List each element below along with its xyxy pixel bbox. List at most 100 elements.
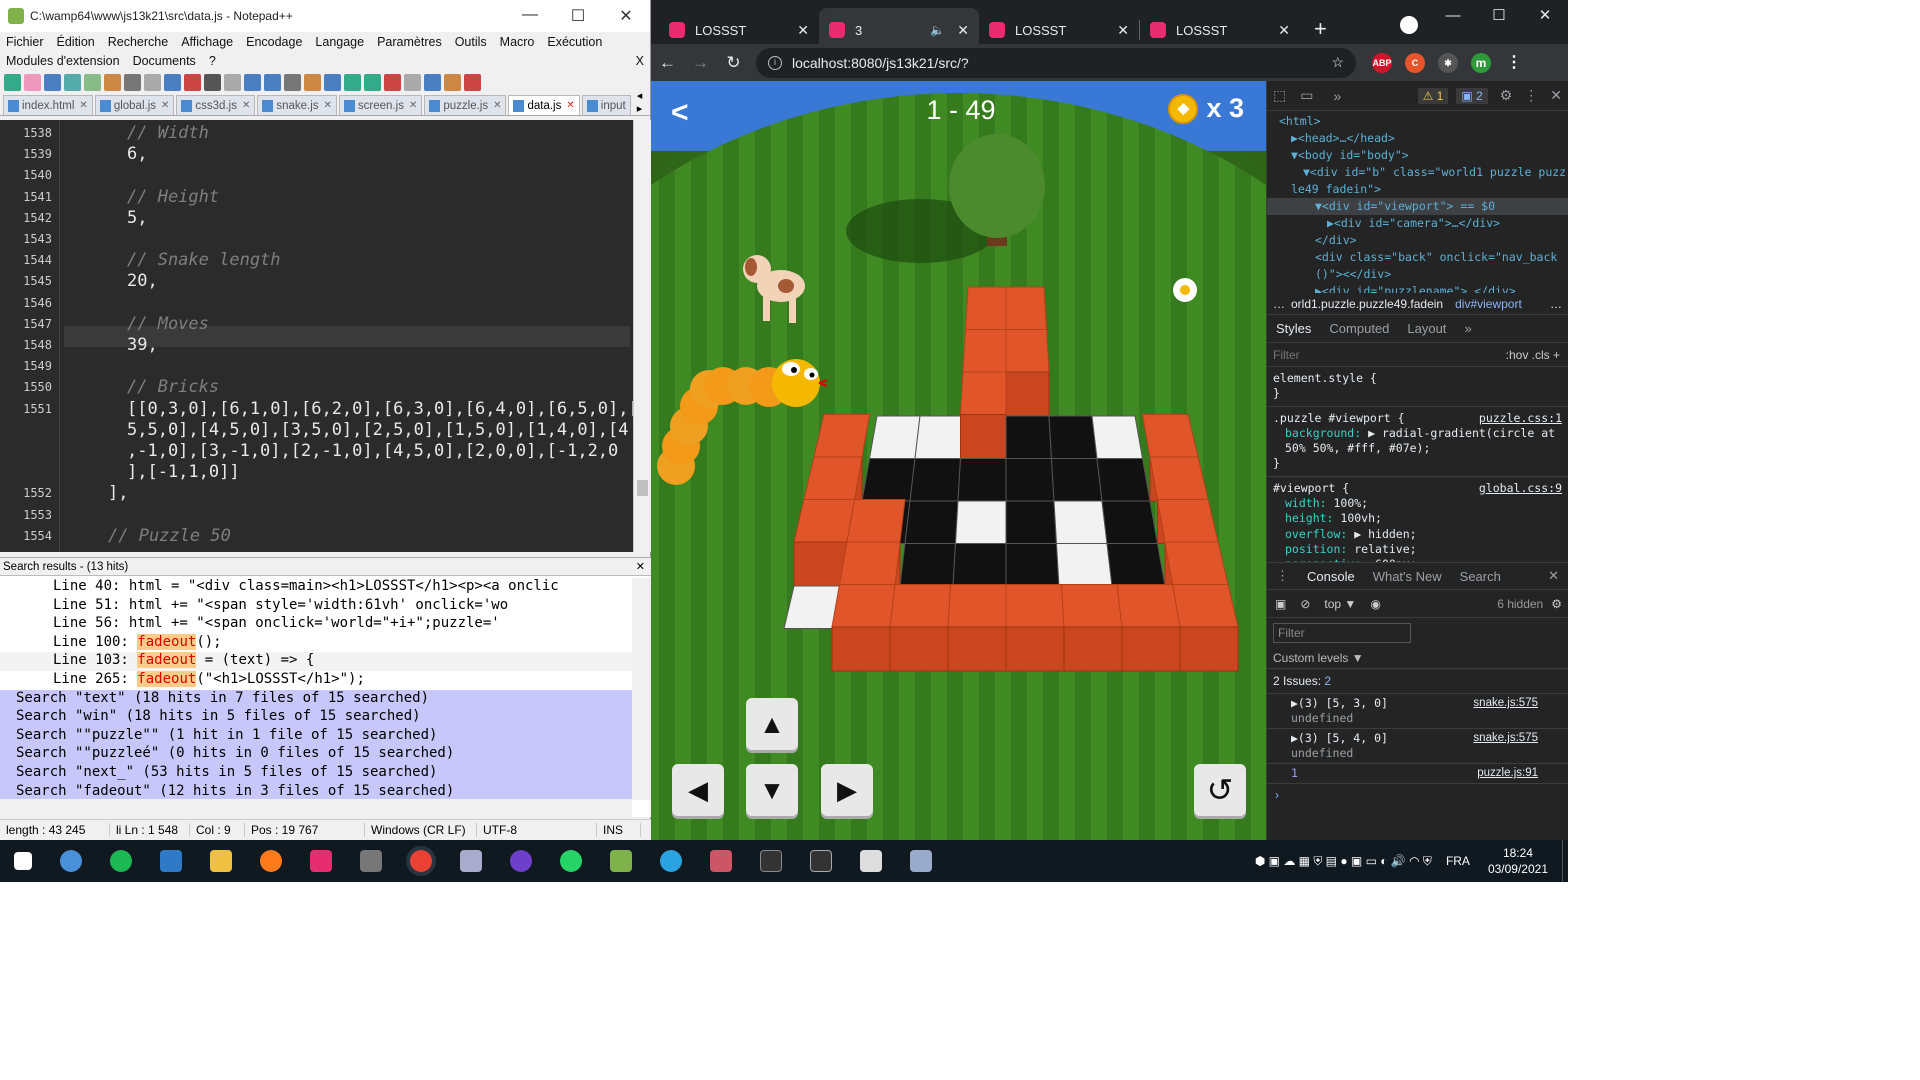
npp-close-button[interactable]: ✕ [602,6,650,26]
issues-bar[interactable]: 2 Issues: 2 [1267,669,1568,694]
tab-styles[interactable]: Styles [1267,321,1320,336]
console-prompt[interactable]: › [1267,784,1568,806]
profile-avatar[interactable]: m [1471,52,1491,73]
toolbar-icon-6[interactable] [124,73,141,91]
weather-icon[interactable] [60,850,82,872]
npp-minimize-button[interactable]: — [506,6,554,26]
address-bar[interactable]: i localhost:8080/js13k21/src/? ☆ [756,47,1356,78]
menu-help[interactable]: ? [209,54,216,68]
github-icon[interactable] [510,850,532,872]
tray-icons[interactable]: ⬢ ▣ ☁ ▦ ⛨ ▤ ● ▣ ▭ ◐ 🔊 ◠ ⛨ [1255,854,1432,869]
move-up-button[interactable]: ▲ [746,698,798,750]
css-declaration[interactable]: 50% 50%, #fff, #07e); [1273,441,1562,456]
telegram-icon[interactable] [660,850,682,872]
console-log-entry[interactable]: 1 puzzle.js:91 [1267,764,1568,784]
close-tab-icon[interactable]: ✕ [566,100,574,111]
game-viewport[interactable]: < 1 - 49 ◆ x 3 ▲ ◀ ▼ ▶ ↺ [651,81,1266,840]
toolbar-icon-16[interactable] [324,73,341,91]
dom-node-line[interactable]: ()"><</div> [1267,266,1568,283]
sidebar-toggle-icon[interactable]: ▣ [1275,597,1286,611]
css-declaration[interactable]: width: 100%; [1273,496,1562,511]
devtools-close-icon[interactable]: ✕ [1550,87,1562,104]
chrome-close-button[interactable]: ✕ [1522,0,1568,32]
bookmark-star-icon[interactable]: ☆ [1331,54,1344,71]
search-header-line[interactable]: Search "next_" (53 hits in 5 files of 15… [0,763,632,783]
clock[interactable]: 18:24 03/09/2021 [1488,845,1548,877]
dom-node-line[interactable]: ▶<div id="camera">…</div> [1267,215,1568,232]
toolbar-icon-23[interactable] [464,73,481,91]
toolbar-icon-1[interactable] [24,73,41,91]
app-icon-9[interactable] [460,850,482,872]
messages-badge[interactable]: ▣ 2 [1456,87,1488,104]
toolbar-icon-0[interactable] [4,73,21,91]
clear-console-icon[interactable]: ⊘ [1300,597,1310,611]
more-tabs-icon[interactable]: » [1333,88,1341,104]
reload-icon[interactable]: ↻ [717,53,750,73]
search-hit-line[interactable]: Line 56: html += "<span onclick='world="… [0,615,632,634]
styles-filter-tools[interactable]: :hov .cls + [1506,348,1560,362]
file-tab-input[interactable]: input [581,95,631,115]
app-icon-14[interactable] [710,850,732,872]
search-hit-line[interactable]: Line 265: fadeout("<h1>LOSSST</h1>"); [0,670,632,690]
console-source-link[interactable]: snake.js:575 [1473,696,1538,711]
tab-search[interactable]: Search [1451,569,1510,584]
drawer-menu-icon[interactable]: ⋮ [1267,568,1298,584]
app-icon-18[interactable] [910,850,932,872]
code-editor[interactable]: 1538 1539 1540 1541 1542 1543 1544 1545 1546 1547… [0,120,651,552]
windows-start-icon[interactable] [14,852,32,870]
menu-recherche[interactable]: Recherche [108,35,168,49]
app-icon-16[interactable] [810,850,832,872]
file-tab-snake-js[interactable]: snake.js ✕ [257,95,337,115]
toolbar-icon-17[interactable] [344,73,361,91]
tab-close-icon[interactable]: ✕ [1278,22,1290,39]
menu-documents[interactable]: Documents [133,54,196,68]
back-arrow-icon[interactable]: ← [651,53,684,73]
console-settings-icon[interactable]: ⚙ [1551,597,1562,611]
notepadpp-taskbar-icon[interactable] [610,850,632,872]
file-explorer-icon[interactable] [210,850,232,872]
game-back-button[interactable]: < [671,96,689,130]
css-declaration[interactable]: background: ▶ radial-gradient(circle at [1273,426,1562,441]
toolbar-icon-11[interactable] [224,73,241,91]
dom-node-line[interactable]: ▶<div id="puzzlename">…</div> [1267,283,1568,293]
devtools-menu-icon[interactable]: ⋮ [1524,87,1538,104]
webstorm-icon[interactable] [160,850,182,872]
toolbar-icon-20[interactable] [404,73,421,91]
toolbar-icon-5[interactable] [104,73,121,91]
toolbar-icon-9[interactable] [184,73,201,91]
chrome-minimize-button[interactable]: — [1430,0,1476,32]
search-panel-close-button[interactable]: ✕ [636,560,645,573]
wamp-icon[interactable] [310,850,332,872]
puzzle-board[interactable] [783,286,1239,672]
console-source-link[interactable]: puzzle.js:91 [1477,766,1538,781]
file-tab-data-js[interactable]: data.js ✕ [508,95,580,115]
file-tab-index-html[interactable]: index.html ✕ [3,95,93,115]
toolbar-icon-15[interactable] [304,73,321,91]
sound-app-icon[interactable] [360,850,382,872]
dom-node-line[interactable]: ▼<div id="b" class="world1 puzzle puzz [1267,164,1568,181]
spotify-icon[interactable] [110,850,132,872]
css-declaration[interactable]: overflow: ▶ hidden; [1273,527,1562,542]
toolbar-icon-3[interactable] [64,73,81,91]
console-log-entry[interactable]: ▶(3) [5, 4, 0] undefined snake.js:575 [1267,729,1568,764]
whatsapp-icon[interactable] [560,850,582,872]
css-source-link[interactable]: puzzle.css:1 [1479,411,1562,426]
search-results-vscroll[interactable] [632,578,651,800]
chrome-maximize-button[interactable]: ☐ [1476,0,1522,32]
console-log-entry[interactable]: ▶(3) [5, 3, 0] undefined snake.js:575 [1267,694,1568,729]
tab-search-icon[interactable] [1400,16,1418,34]
npp-maximize-button[interactable]: ☐ [554,6,602,26]
log-levels-select[interactable]: Custom levels ▼ [1267,648,1568,669]
drawer-close-icon[interactable]: ✕ [1539,568,1568,584]
close-tab-icon[interactable]: ✕ [79,100,87,111]
chrome-menu-icon[interactable]: ⋮ [1504,53,1524,73]
menu-execution[interactable]: Exécution [547,35,602,49]
menu-outils[interactable]: Outils [455,35,487,49]
search-results-list[interactable]: Line 40: html = "<div class=main><h1>LOS… [0,578,632,800]
firefox-icon[interactable] [260,850,282,872]
menu-parametres[interactable]: Paramètres [377,35,442,49]
toolbar-icon-4[interactable] [84,73,101,91]
search-header-line[interactable]: Search "fadeout" (12 hits in 3 files of … [0,782,632,800]
file-tab-global-js[interactable]: global.js ✕ [94,95,175,115]
tab-close-icon[interactable]: ✕ [1117,22,1129,39]
